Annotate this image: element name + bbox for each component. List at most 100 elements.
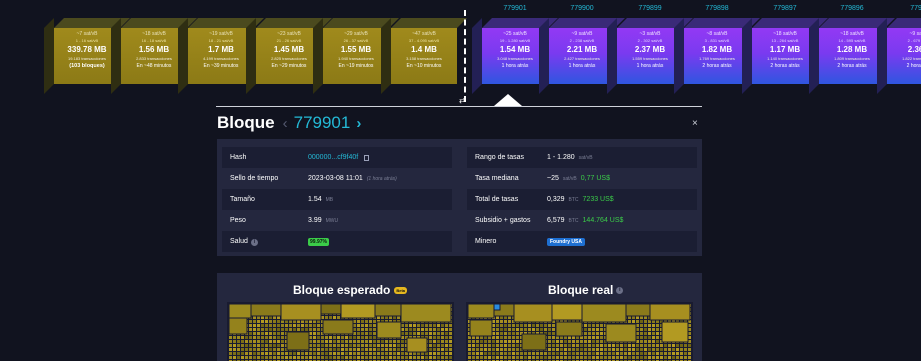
tx-tile[interactable] bbox=[405, 332, 408, 335]
tx-tile[interactable] bbox=[564, 356, 567, 359]
tx-tile[interactable] bbox=[269, 332, 272, 335]
tx-tile[interactable] bbox=[560, 348, 563, 351]
tx-tile[interactable] bbox=[233, 340, 236, 343]
tx-tile[interactable] bbox=[496, 324, 499, 327]
tx-tile[interactable] bbox=[373, 324, 376, 327]
tx-tile[interactable] bbox=[405, 356, 408, 359]
tx-tile[interactable] bbox=[588, 352, 591, 355]
tx-tile[interactable] bbox=[584, 332, 587, 335]
tx-tile[interactable] bbox=[249, 340, 252, 343]
tx-tile[interactable] bbox=[644, 352, 647, 355]
tx-tile[interactable] bbox=[656, 340, 659, 343]
tx-tile[interactable] bbox=[616, 356, 619, 359]
tx-tile[interactable] bbox=[592, 356, 595, 359]
tx-tile[interactable] bbox=[648, 328, 651, 331]
tx-tile[interactable] bbox=[361, 328, 364, 331]
tx-tile[interactable] bbox=[265, 332, 268, 335]
tx-tile[interactable] bbox=[596, 348, 599, 351]
tx-tile[interactable] bbox=[425, 324, 428, 327]
tx-tile[interactable] bbox=[484, 344, 487, 347]
tx-tile[interactable] bbox=[548, 352, 551, 355]
expected-block-canvas[interactable] bbox=[227, 302, 454, 361]
tx-tile[interactable] bbox=[413, 332, 416, 335]
tx-tile[interactable] bbox=[616, 352, 619, 355]
tx-tile[interactable] bbox=[281, 332, 284, 335]
tx-tile[interactable] bbox=[229, 356, 232, 359]
tx-tile[interactable] bbox=[337, 336, 340, 339]
tx-tile[interactable] bbox=[437, 348, 440, 351]
tx-tile[interactable] bbox=[608, 352, 611, 355]
block-height-label[interactable]: 779900 bbox=[549, 5, 615, 12]
tx-tile[interactable] bbox=[385, 340, 388, 343]
tx-tile[interactable] bbox=[584, 356, 587, 359]
tx-tile[interactable] bbox=[548, 348, 551, 351]
tx-tile[interactable] bbox=[508, 344, 511, 347]
tx-tile[interactable] bbox=[600, 336, 603, 339]
tx-tile-large[interactable] bbox=[605, 323, 637, 343]
tx-tile[interactable] bbox=[472, 340, 475, 343]
tx-tile[interactable] bbox=[329, 344, 332, 347]
tx-tile[interactable] bbox=[548, 328, 551, 331]
tx-tile[interactable] bbox=[241, 336, 244, 339]
tx-tile[interactable] bbox=[449, 344, 452, 347]
tx-tile[interactable] bbox=[504, 336, 507, 339]
tx-tile[interactable] bbox=[289, 328, 292, 331]
tx-tile[interactable] bbox=[441, 344, 444, 347]
tx-tile[interactable] bbox=[421, 328, 424, 331]
tx-tile[interactable] bbox=[373, 348, 376, 351]
tx-tile[interactable] bbox=[333, 348, 336, 351]
tx-tile[interactable] bbox=[445, 324, 448, 327]
tx-tile[interactable] bbox=[229, 344, 232, 347]
tx-tile[interactable] bbox=[245, 340, 248, 343]
tx-tile[interactable] bbox=[389, 352, 392, 355]
tx-tile[interactable] bbox=[437, 340, 440, 343]
tx-tile[interactable] bbox=[492, 340, 495, 343]
tx-tile[interactable] bbox=[417, 328, 420, 331]
tx-tile[interactable] bbox=[588, 348, 591, 351]
tx-tile[interactable] bbox=[393, 340, 396, 343]
tx-tile[interactable] bbox=[353, 336, 356, 339]
tx-tile[interactable] bbox=[544, 324, 547, 327]
tx-tile[interactable] bbox=[253, 348, 256, 351]
tx-tile[interactable] bbox=[596, 336, 599, 339]
tx-tile[interactable] bbox=[612, 348, 615, 351]
tx-tile[interactable] bbox=[596, 344, 599, 347]
tx-tile[interactable] bbox=[476, 344, 479, 347]
tx-tile[interactable] bbox=[688, 344, 691, 347]
tx-tile-large[interactable] bbox=[555, 321, 583, 337]
tx-tile[interactable] bbox=[365, 332, 368, 335]
tx-tile-large[interactable] bbox=[322, 319, 354, 335]
tx-tile[interactable] bbox=[516, 332, 519, 335]
tx-tile[interactable] bbox=[656, 344, 659, 347]
tx-tile[interactable] bbox=[365, 340, 368, 343]
tx-tile[interactable] bbox=[421, 324, 424, 327]
tx-tile[interactable] bbox=[353, 344, 356, 347]
swap-icon[interactable]: ⇄ bbox=[459, 96, 466, 105]
mined-block-5[interactable]: ~18 sat/vB 14 - 595 sat/vB 1.28 MB 1.809 tr… bbox=[809, 18, 895, 94]
tx-tile[interactable] bbox=[449, 328, 452, 331]
tx-tile[interactable] bbox=[373, 344, 376, 347]
tx-tile-large[interactable] bbox=[406, 337, 428, 353]
tx-tile[interactable] bbox=[592, 336, 595, 339]
mined-block-6[interactable]: ~9 sat/vB2 - 679 sat/vB2.36 M1.822 trans… bbox=[877, 18, 921, 94]
tx-tile[interactable] bbox=[313, 324, 316, 327]
tx-tile[interactable] bbox=[656, 324, 659, 327]
tx-tile[interactable] bbox=[508, 340, 511, 343]
tx-tile[interactable] bbox=[393, 348, 396, 351]
tx-tile[interactable] bbox=[433, 332, 436, 335]
tx-tile[interactable] bbox=[337, 316, 340, 319]
tx-tile[interactable] bbox=[548, 356, 551, 359]
tx-tile[interactable] bbox=[449, 340, 452, 343]
tx-tile[interactable] bbox=[245, 348, 248, 351]
tx-tile[interactable] bbox=[468, 348, 471, 351]
tx-tile[interactable] bbox=[369, 324, 372, 327]
tx-tile[interactable] bbox=[317, 356, 320, 359]
tx-tile[interactable] bbox=[257, 332, 260, 335]
tx-tile[interactable] bbox=[676, 348, 679, 351]
tx-tile[interactable] bbox=[508, 348, 511, 351]
tx-tile[interactable] bbox=[512, 336, 515, 339]
tx-tile-large[interactable] bbox=[374, 303, 402, 317]
tx-tile[interactable] bbox=[449, 356, 452, 359]
tx-tile[interactable] bbox=[337, 344, 340, 347]
tx-tile[interactable] bbox=[564, 344, 567, 347]
